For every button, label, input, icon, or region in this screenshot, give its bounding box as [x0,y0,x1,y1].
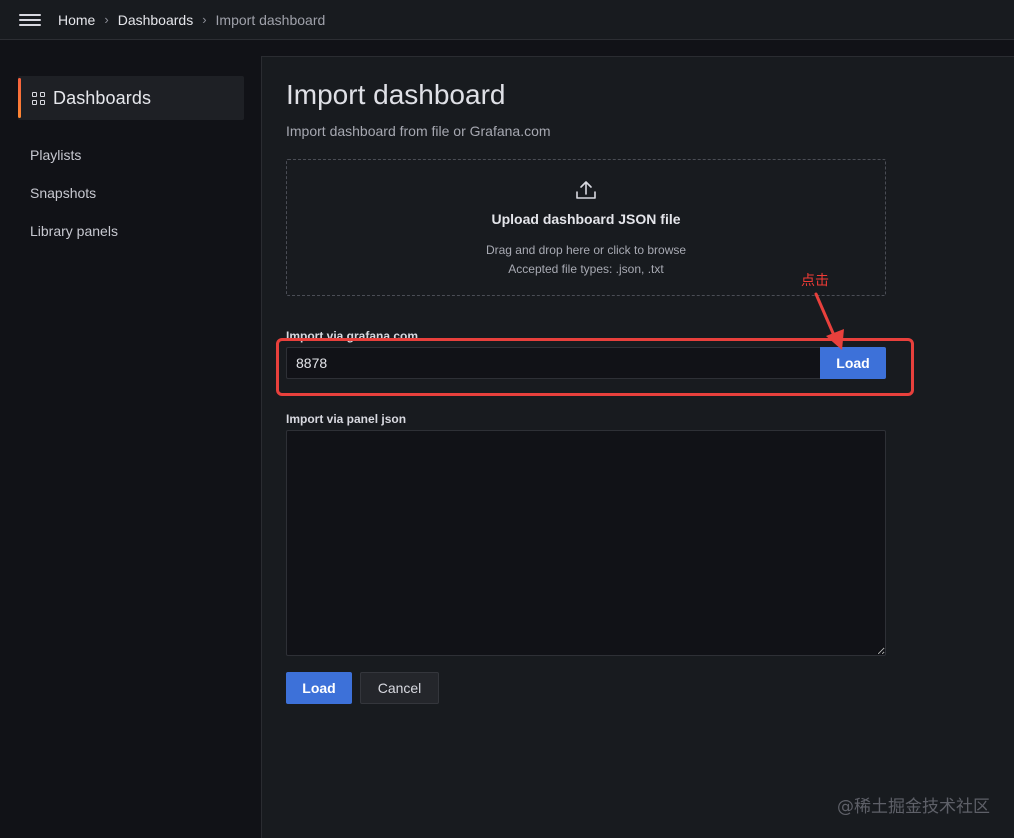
breadcrumb-dashboards[interactable]: Dashboards [118,12,194,28]
grafana-com-label: Import via grafana.com [286,329,419,343]
active-indicator [18,78,21,118]
panel-json-textarea[interactable] [286,430,886,656]
chevron-right-icon: › [202,12,207,27]
watermark: @稀土掘金技术社区 [837,797,990,817]
upload-icon [576,181,596,199]
breadcrumb: Home › Dashboards › Import dashboard [58,12,325,28]
sidebar-title: Dashboards [53,87,152,108]
page-title: Import dashboard [286,79,506,110]
breadcrumb-current: Import dashboard [215,11,326,28]
upload-file-types: Accepted file types: .json, .txt [508,262,664,276]
top-navbar: Home › Dashboards › Import dashboard [0,0,1014,40]
chevron-right-icon: › [104,12,109,27]
breadcrumb-home[interactable]: Home [58,12,95,28]
page-subtitle: Import dashboard from file or Grafana.co… [286,123,551,139]
sidebar-item-snapshots[interactable]: Snapshots [30,185,96,201]
panel-json-label: Import via panel json [286,412,407,426]
sidebar-item-dashboards[interactable]: Dashboards [18,76,244,120]
upload-title: Upload dashboard JSON file [491,211,681,227]
menu-icon[interactable] [19,12,41,28]
grid-icon [32,91,45,105]
annotation-label: 点击 [801,273,829,289]
sidebar-item-playlists[interactable]: Playlists [30,147,81,163]
load-button[interactable]: Load [286,672,352,704]
grafana-com-input[interactable] [286,347,820,379]
upload-dropzone[interactable]: Upload dashboard JSON file Drag and drop… [286,159,886,296]
upload-hint: Drag and drop here or click to browse [485,243,687,257]
main-panel: Import dashboard Import dashboard from f… [261,56,1014,838]
sidebar-item-library-panels[interactable]: Library panels [30,223,118,239]
sidebar: Dashboards Playlists Snapshots Library p… [0,41,260,838]
grafana-com-load-button[interactable]: Load [820,347,886,379]
cancel-button[interactable]: Cancel [360,672,439,704]
